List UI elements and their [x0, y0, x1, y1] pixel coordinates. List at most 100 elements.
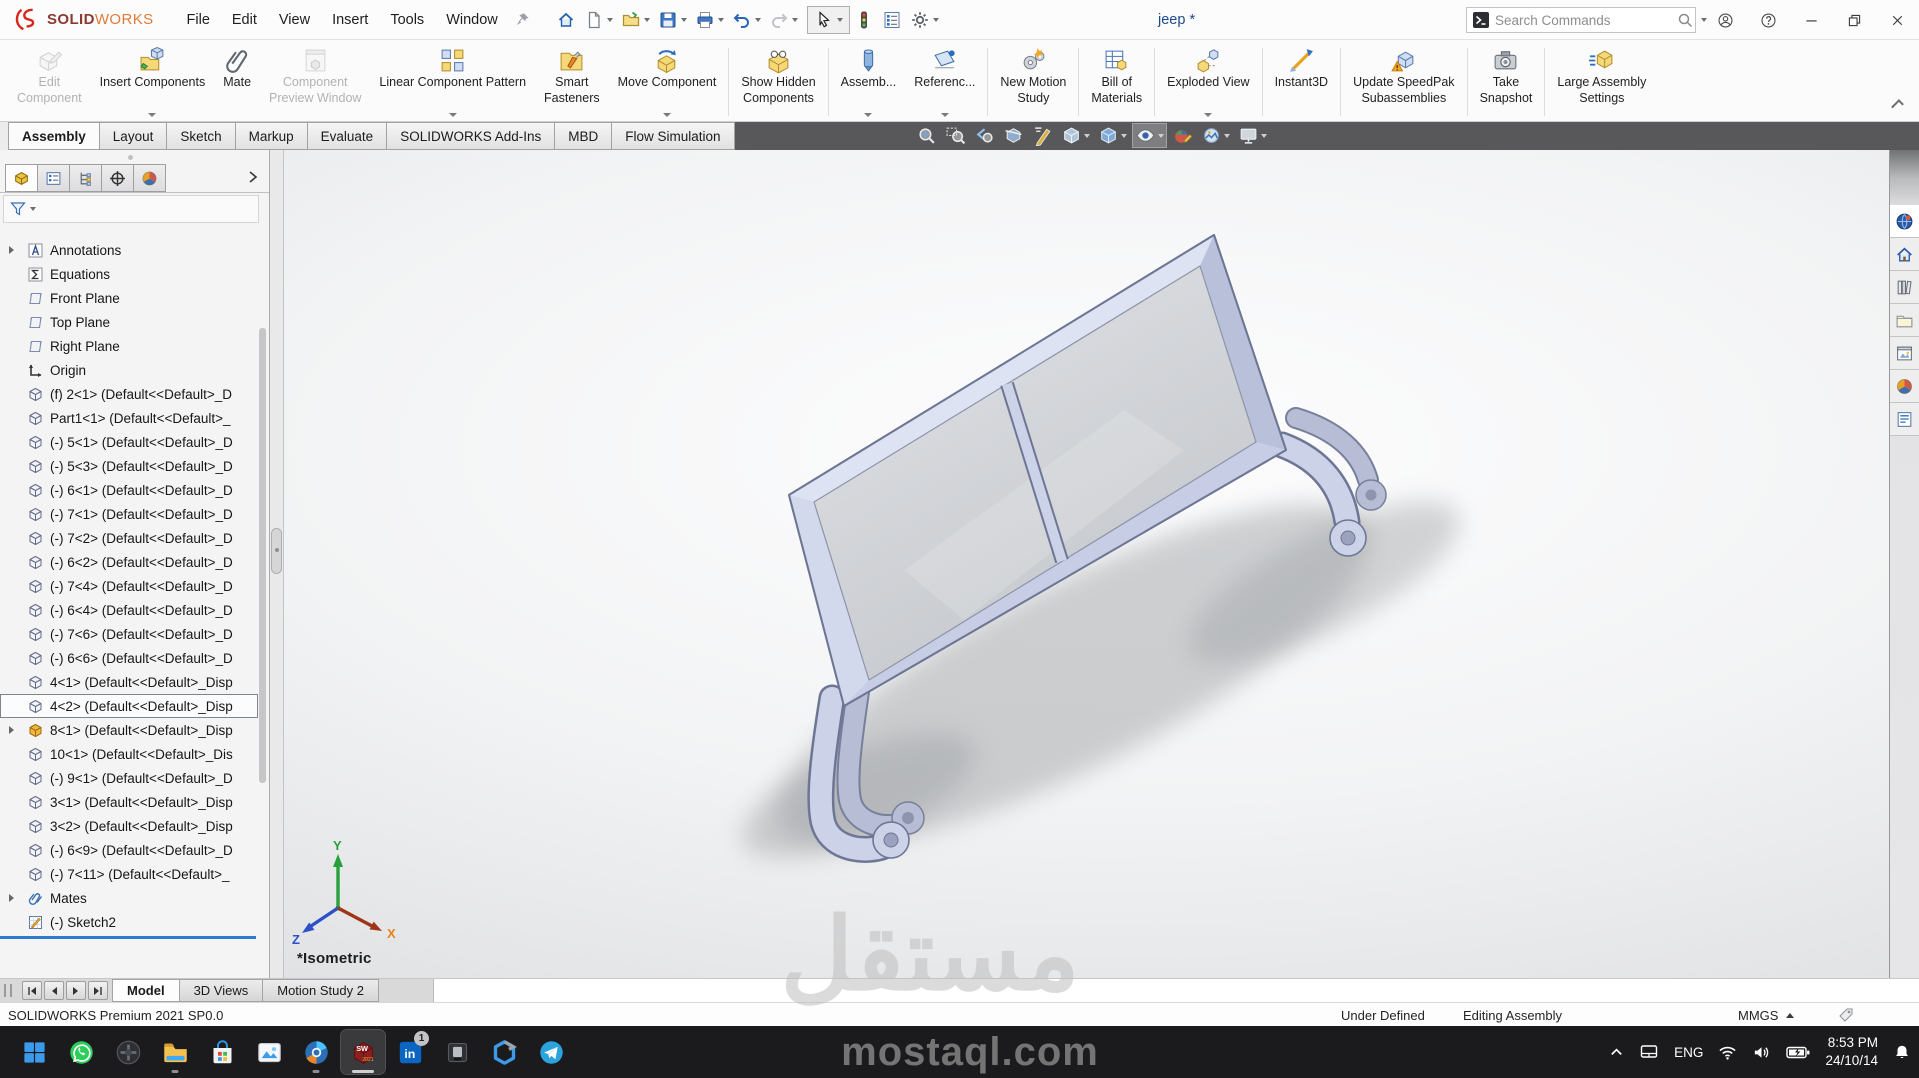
- tree-item-8-1-default[interactable]: 8<1> (Default<<Default>_Disp: [0, 718, 258, 742]
- tray-chevron-up-icon[interactable]: [1609, 1045, 1624, 1060]
- taskpane-file-explorer[interactable]: [1890, 304, 1919, 337]
- search-input[interactable]: [1495, 12, 1672, 28]
- close-button[interactable]: [1876, 0, 1919, 40]
- tree-item-7-1-defa[interactable]: (-) 7<1> (Default<<Default>_D: [0, 502, 258, 526]
- ribbon-bill-of[interactable]: Bill of Materials: [1082, 43, 1151, 121]
- doc-tab-model[interactable]: Model: [112, 979, 180, 1002]
- tree-item-equations[interactable]: Equations: [0, 262, 258, 286]
- previous-tab-button[interactable]: [44, 981, 64, 1000]
- expand-arrow-icon[interactable]: [9, 726, 14, 734]
- manager-tab-dimxpertmanager[interactable]: [101, 164, 134, 192]
- tree-item-sketch2[interactable]: (-) Sketch2: [0, 910, 258, 934]
- first-tab-button[interactable]: [22, 981, 42, 1000]
- command-search[interactable]: [1466, 7, 1707, 33]
- search-icon[interactable]: [1677, 12, 1693, 28]
- system-monitor-taskbar-button[interactable]: [435, 1030, 479, 1074]
- ribbon-assemb[interactable]: Assemb...: [832, 43, 906, 121]
- taskpane-design-library[interactable]: [1890, 271, 1919, 304]
- panel-splitter[interactable]: [270, 150, 284, 978]
- touchpad-icon[interactable]: [1639, 1042, 1659, 1062]
- pin-icon[interactable]: [515, 12, 530, 27]
- ribbon-mate[interactable]: Mate: [214, 43, 260, 121]
- tag-icon[interactable]: [1838, 1003, 1854, 1027]
- last-tab-button[interactable]: [88, 981, 108, 1000]
- search-type-icon[interactable]: [1472, 11, 1490, 29]
- ribbon-linear-component-pattern[interactable]: Linear Component Pattern: [370, 43, 535, 121]
- dropdown-caret-icon[interactable]: [940, 113, 949, 117]
- ribbon-new-motion[interactable]: New Motion Study: [991, 43, 1075, 121]
- dropdown-caret-icon[interactable]: [148, 113, 157, 117]
- tab-assembly[interactable]: Assembly: [8, 122, 100, 150]
- file-explorer-taskbar-button[interactable]: [153, 1030, 197, 1074]
- new-document-button[interactable]: [580, 7, 617, 33]
- new-document-dropdown-caret[interactable]: [606, 17, 613, 22]
- tree-item-10-1-default[interactable]: 10<1> (Default<<Default>_Dis: [0, 742, 258, 766]
- restore-button[interactable]: [1833, 0, 1876, 40]
- save-dropdown-caret[interactable]: [680, 17, 687, 22]
- ribbon-instant3d[interactable]: Instant3D: [1266, 43, 1338, 121]
- tree-item-3-2-default[interactable]: 3<2> (Default<<Default>_Disp: [0, 814, 258, 838]
- menu-view[interactable]: View: [268, 7, 321, 33]
- tree-item-6-1-defa[interactable]: (-) 6<1> (Default<<Default>_D: [0, 478, 258, 502]
- tab-flow-simulation[interactable]: Flow Simulation: [611, 122, 735, 150]
- ribbon-update-speedpak[interactable]: Update SpeedPak Subassemblies: [1344, 43, 1463, 121]
- game-taskbar-button[interactable]: [106, 1030, 150, 1074]
- ribbon-exploded-view[interactable]: Exploded View: [1158, 43, 1258, 121]
- menu-edit[interactable]: Edit: [221, 7, 268, 33]
- volume-icon[interactable]: [1752, 1043, 1771, 1062]
- language-indicator[interactable]: ENG: [1674, 1045, 1703, 1060]
- browser-taskbar-button[interactable]: [294, 1030, 338, 1074]
- doc-tab-motion-study-2[interactable]: Motion Study 2: [262, 979, 379, 1002]
- ribbon-large-assembly[interactable]: Large Assembly Settings: [1548, 43, 1655, 121]
- open-dropdown-caret[interactable]: [643, 17, 650, 22]
- splitter-handle[interactable]: [271, 528, 282, 574]
- linkedin-taskbar-button[interactable]: in 1: [388, 1030, 432, 1074]
- dropdown-caret-icon[interactable]: [662, 113, 671, 117]
- manager-tab-featuremanager-design-tree[interactable]: [5, 164, 38, 192]
- tree-item-7-6-defa[interactable]: (-) 7<6> (Default<<Default>_D: [0, 622, 258, 646]
- tree-item-mates[interactable]: Mates: [0, 886, 258, 910]
- expand-arrow-icon[interactable]: [9, 246, 14, 254]
- notification-bell-icon[interactable]: [1893, 1043, 1911, 1061]
- tree-item-6-2-defa[interactable]: (-) 6<2> (Default<<Default>_D: [0, 550, 258, 574]
- undo-button[interactable]: [728, 7, 765, 33]
- wifi-icon[interactable]: [1718, 1043, 1737, 1062]
- tree-item-5-3-defa[interactable]: (-) 5<3> (Default<<Default>_D: [0, 454, 258, 478]
- tree-item-part1-1-defa[interactable]: Part1<1> (Default<<Default>_: [0, 406, 258, 430]
- help-button[interactable]: [1747, 0, 1790, 40]
- next-tab-button[interactable]: [66, 981, 86, 1000]
- panel-drag-handle[interactable]: [128, 155, 133, 160]
- ribbon-insert-components[interactable]: Insert Components: [91, 43, 215, 121]
- account-button[interactable]: [1704, 0, 1747, 40]
- redo-dropdown-caret[interactable]: [791, 17, 798, 22]
- tree-item-6-4-defa[interactable]: (-) 6<4> (Default<<Default>_D: [0, 598, 258, 622]
- tree-scrollbar[interactable]: [259, 328, 266, 783]
- menu-insert[interactable]: Insert: [321, 7, 379, 33]
- microsoft-365-taskbar-button[interactable]: [482, 1030, 526, 1074]
- battery-charging-icon[interactable]: [1786, 1045, 1810, 1060]
- tree-item-f-2-1-defa[interactable]: (f) 2<1> (Default<<Default>_D: [0, 382, 258, 406]
- redo-button[interactable]: [765, 7, 802, 33]
- taskpane-home[interactable]: [1890, 238, 1919, 271]
- doc-tab-3d-views[interactable]: 3D Views: [178, 979, 264, 1002]
- units-selector[interactable]: MMGS: [1738, 1003, 1795, 1027]
- file-properties-button[interactable]: [878, 7, 906, 33]
- tree-item-6-6-defa[interactable]: (-) 6<6> (Default<<Default>_D: [0, 646, 258, 670]
- print-button[interactable]: [691, 7, 728, 33]
- ribbon-referenc[interactable]: Referenc...: [905, 43, 984, 121]
- tab-layout[interactable]: Layout: [98, 122, 168, 150]
- dropdown-caret-icon[interactable]: [864, 113, 873, 117]
- print-dropdown-caret[interactable]: [717, 17, 724, 22]
- tree-item-6-9-defa[interactable]: (-) 6<9> (Default<<Default>_D: [0, 838, 258, 862]
- tree-item-5-1-defa[interactable]: (-) 5<1> (Default<<Default>_D: [0, 430, 258, 454]
- taskpane-appearances-scenes[interactable]: [1890, 370, 1919, 403]
- tree-item-4-2-default[interactable]: 4<2> (Default<<Default>_Disp: [0, 694, 258, 718]
- taskpane-view-palette[interactable]: [1890, 337, 1919, 370]
- tree-filter-row[interactable]: [3, 195, 259, 223]
- home-button[interactable]: [552, 7, 580, 33]
- taskpane-solidworks-resources[interactable]: [1890, 205, 1919, 238]
- filter-dropdown-caret[interactable]: [30, 207, 36, 211]
- dropdown-caret-icon[interactable]: [1204, 113, 1213, 117]
- rebuild-button[interactable]: [850, 7, 878, 33]
- rollback-bar[interactable]: [0, 936, 256, 939]
